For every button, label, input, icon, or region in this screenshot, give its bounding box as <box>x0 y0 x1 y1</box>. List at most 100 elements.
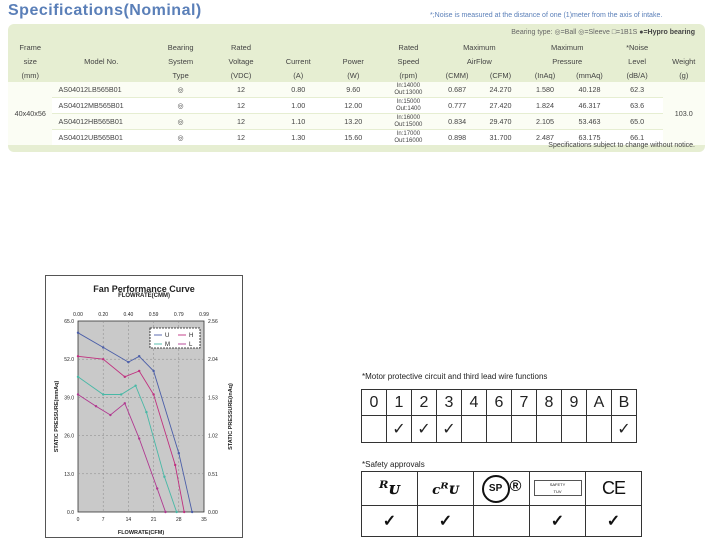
tuv-line1: SAFETY <box>549 481 566 487</box>
noise-cell: 65.0 <box>611 113 663 130</box>
unit-inaq: (InAq) <box>534 70 556 80</box>
power-cell: 12.00 <box>325 97 381 114</box>
unit-rpm: (rpm) <box>399 70 418 80</box>
x-top-tick-label: 0.40 <box>124 312 134 318</box>
mmaq-cell: 53.463 <box>567 113 612 130</box>
cul-c-text: c <box>432 481 441 498</box>
unit-g: (g) <box>679 70 689 80</box>
data-point-m <box>134 384 137 387</box>
data-point-m <box>76 375 80 379</box>
data-point-l <box>76 393 80 396</box>
x-tick-label: 28 <box>176 517 182 523</box>
tuv-logo-icon: SAFETY TUV <box>529 471 586 506</box>
check-mark: ✓ <box>585 505 642 537</box>
x-top-tick-label: 0.99 <box>199 312 209 318</box>
unit-cfm: (CFM) <box>489 70 512 80</box>
check-mark <box>461 415 487 443</box>
current-cell: 0.80 <box>270 82 326 98</box>
check-mark: ✓ <box>529 505 586 537</box>
chart-svg: 0 0.00 7 0.20 14 0.40 21 0.59 28 0.79 35 0.99 0.0 0.0… <box>54 312 234 536</box>
header-system: System <box>168 56 194 66</box>
speed-cell: In:16000 Out:15000 <box>380 113 436 130</box>
x-tick-label: 21 <box>151 517 157 523</box>
speed-out: Out:1400 <box>396 105 421 112</box>
header-rated: Rated <box>231 42 252 52</box>
mmaq-cell: 46.317 <box>567 97 612 114</box>
speed-out: Out:16000 <box>394 137 423 144</box>
cul-logo-text: ᴿᴜ <box>440 478 459 498</box>
bearing-cell: ◎ <box>149 82 212 98</box>
data-point-u <box>138 355 141 358</box>
speed-out: Out:13000 <box>394 89 423 96</box>
cfm-cell: 24.270 <box>478 82 523 98</box>
x-top-tick-label: 0.59 <box>149 312 159 318</box>
model-cell: AS04012UB565B01 <box>52 129 150 146</box>
motor-code: 8 <box>536 389 562 416</box>
check-mark <box>361 415 387 443</box>
ul-logo-icon: ᴿᴜ <box>361 471 418 506</box>
x-top-tick-label: 0.20 <box>98 312 108 318</box>
motor-code: 7 <box>511 389 537 416</box>
data-point-l <box>164 510 167 514</box>
hypro-bearing-label: ●=Hypro bearing <box>639 29 695 36</box>
check-mark <box>586 415 612 443</box>
header-row-1: Frame Bearing Rated Rated Maximum Maximu… <box>8 40 705 54</box>
inaq-cell: 1.580 <box>522 82 568 98</box>
ce-logo-icon: CE <box>585 471 642 506</box>
header-current: Current <box>285 56 311 66</box>
mmaq-cell: 40.128 <box>567 82 612 98</box>
model-cell: AS04012LB565B01 <box>52 82 150 98</box>
ul-logo-text: ᴿᴜ <box>378 478 401 499</box>
unit-vdc: (VDC) <box>230 70 252 80</box>
y-tick-label: 13.0 <box>64 472 74 478</box>
unit-w: (W) <box>347 70 360 80</box>
y-axis-label-right: STATIC PRESSURE(inAq) <box>228 383 234 450</box>
header-rated-speed: Rated <box>398 42 419 52</box>
unit-dba: (dB/A) <box>626 70 648 80</box>
data-point-m <box>102 393 105 396</box>
x-axis-label: FLOWRATE(CFM) <box>118 530 164 536</box>
y-tick-label: 26.0 <box>64 434 74 440</box>
data-point-u <box>190 510 194 514</box>
power-cell: 15.60 <box>325 129 381 146</box>
data-point-h <box>138 369 141 373</box>
data-point-l <box>109 413 112 417</box>
inaq-cell: 1.824 <box>522 97 568 114</box>
header-row-2: size Model No. System Voltage Current Po… <box>8 54 705 68</box>
data-point-u <box>76 331 80 334</box>
cul-logo-icon: cᴿᴜ <box>417 471 474 506</box>
data-point-h <box>152 393 155 396</box>
unit-mmaq: (mmAq) <box>576 70 603 80</box>
motor-code: 1 <box>386 389 412 416</box>
header-model: Model No. <box>84 56 119 66</box>
header-noise: *Noise <box>626 42 649 52</box>
current-cell: 1.10 <box>270 113 326 130</box>
motor-code: 6 <box>486 389 512 416</box>
motor-code: 0 <box>361 389 387 416</box>
motor-code: 4 <box>461 389 487 416</box>
header-airflow: AirFlow <box>466 56 492 66</box>
check-mark <box>561 415 587 443</box>
data-point-l <box>156 487 159 490</box>
current-cell: 1.00 <box>270 97 326 114</box>
csa-logo-icon: SP ® <box>473 471 530 506</box>
data-point-l <box>94 405 98 408</box>
y-right-tick-label: 2.04 <box>208 357 218 363</box>
data-point-m <box>175 510 178 514</box>
cfm-cell: 31.700 <box>478 129 523 146</box>
data-point-l <box>123 402 127 405</box>
speed-in: In:14000 <box>396 83 421 89</box>
y-right-tick-label: 0.00 <box>208 510 218 516</box>
safety-logos-row: ᴿᴜ cᴿᴜ SP ® SAFETY TUV CE <box>361 471 642 506</box>
x-tick-label: 0 <box>77 517 80 523</box>
y-right-tick-label: 0.51 <box>208 472 218 478</box>
voltage-cell: 12 <box>211 129 271 146</box>
power-cell: 9.60 <box>325 82 381 98</box>
y-tick-label: 65.0 <box>64 319 74 325</box>
speed-in: In:17000 <box>396 131 421 137</box>
bearing-cell: ◎ <box>149 113 212 130</box>
header-weight: Weight <box>672 56 696 66</box>
x-top-tick-label: 0.00 <box>73 312 83 318</box>
speed-out: Out:15000 <box>394 121 423 128</box>
speed-cell: In:15000 Out:1400 <box>380 97 436 114</box>
